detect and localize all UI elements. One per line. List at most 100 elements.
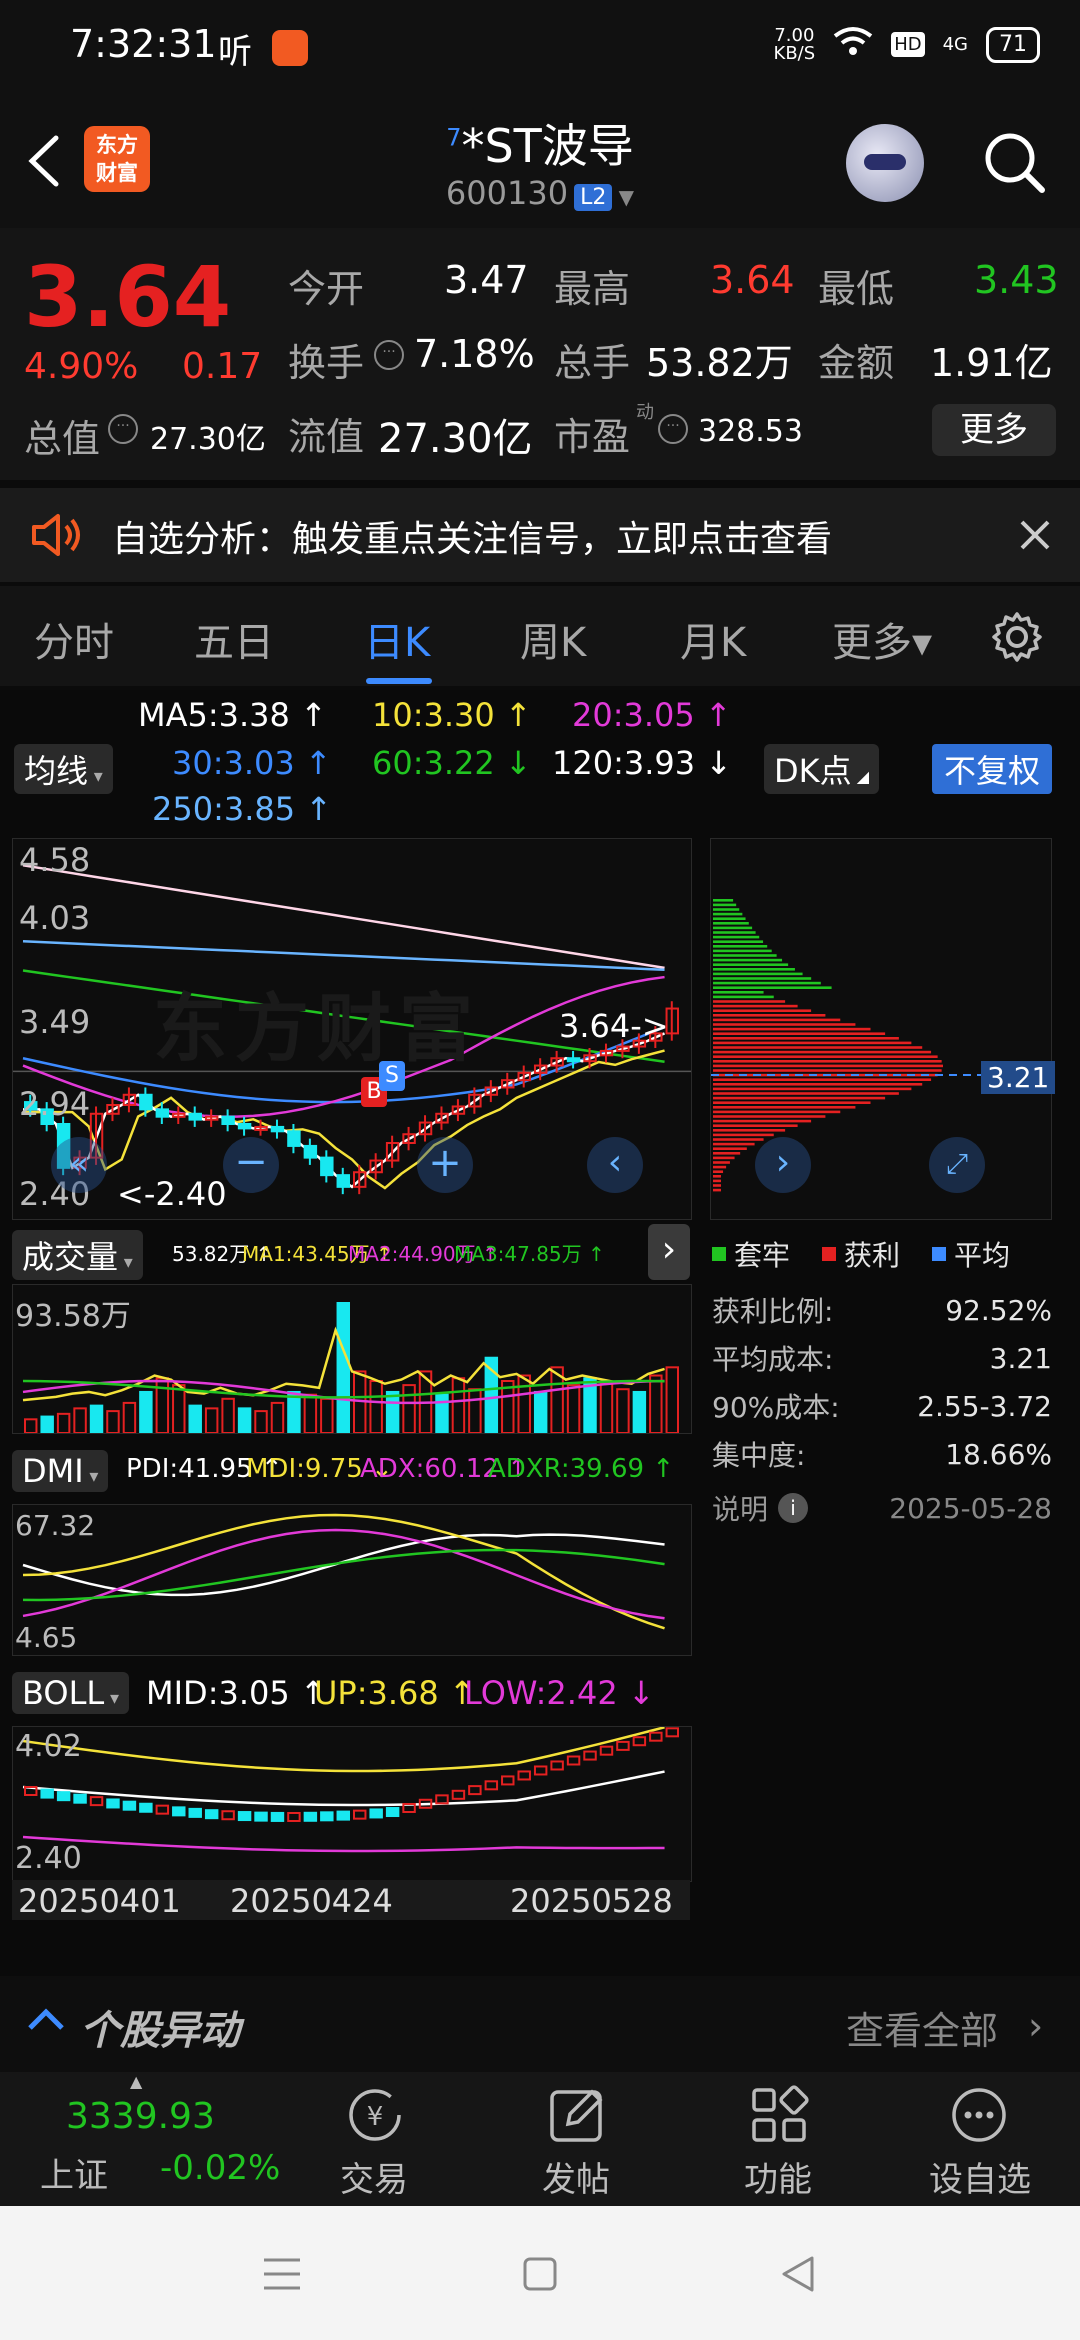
- boll-candle: [287, 1811, 301, 1822]
- kline-y-top: 4.58: [19, 841, 91, 879]
- last-price: 3.64: [24, 248, 232, 346]
- more-dots-icon[interactable]: [948, 2084, 1010, 2150]
- expand-icon[interactable]: ⤢: [929, 1137, 985, 1193]
- trade-icon[interactable]: ¥: [342, 2084, 408, 2150]
- chip-bar: [713, 1060, 942, 1063]
- more-button[interactable]: 更多: [932, 404, 1056, 456]
- boll-candle: [566, 1755, 581, 1766]
- info-icon[interactable]: i: [778, 1493, 809, 1523]
- chip-date: 2025-05-28: [889, 1491, 1052, 1525]
- chevron-right-icon: ›: [1028, 2004, 1044, 2048]
- zoom-out-icon[interactable]: −: [223, 1137, 279, 1193]
- nav-function[interactable]: 功能: [708, 2152, 848, 2201]
- nav-post[interactable]: 发帖: [506, 2152, 646, 2201]
- function-grid-icon[interactable]: [748, 2084, 810, 2150]
- chip-bar: [713, 1000, 786, 1003]
- boll-candle: [369, 1808, 383, 1819]
- boll-ybot: 2.40: [15, 1841, 82, 1876]
- chip-bar: [713, 931, 756, 934]
- volume-bar: [254, 1410, 268, 1434]
- nav-trade[interactable]: 交易: [304, 2152, 444, 2201]
- boll-candle: [139, 1802, 153, 1813]
- chip-bar: [713, 1170, 724, 1173]
- index-change[interactable]: -0.02%: [160, 2148, 280, 2188]
- kline-panel[interactable]: 4.58 4.03 3.49 2.94 2.40 东方财富 3.64-> <-2…: [12, 838, 692, 1220]
- kline-candle: [336, 1174, 350, 1188]
- chevron-right-icon[interactable]: ›: [648, 1224, 690, 1280]
- tab-more[interactable]: 更多▾: [832, 610, 932, 668]
- chip-bar: [713, 981, 821, 985]
- nav-add-favorite[interactable]: 设自选: [910, 2152, 1050, 2201]
- post-icon[interactable]: [546, 2084, 608, 2150]
- index-name[interactable]: 上证: [40, 2148, 108, 2197]
- ma30-label: 30:3.03 ↑: [172, 744, 332, 782]
- tab-fenshi[interactable]: 分时: [34, 610, 114, 668]
- info-dots-icon[interactable]: ···: [108, 414, 138, 444]
- alert-banner[interactable]: 自选分析：触发重点关注信号，立即点击查看: [0, 488, 1080, 582]
- chip-bar: [713, 1041, 912, 1045]
- chip-panel[interactable]: 3.21 › ⤢: [710, 838, 1056, 1220]
- chip-bar: [713, 1142, 755, 1146]
- tab-zhouk[interactable]: 周K: [520, 610, 586, 668]
- prev-icon[interactable]: ‹: [587, 1137, 643, 1193]
- rewind-icon[interactable]: «: [51, 1137, 107, 1193]
- hd-icon: HD: [891, 32, 925, 57]
- stock-movement-bar[interactable]: 个股异动 查看全部 ›: [0, 1976, 1080, 2072]
- zoom-in-icon[interactable]: +: [417, 1137, 473, 1193]
- chevron-up-icon: [26, 2004, 66, 2038]
- robot-assistant-icon[interactable]: [846, 124, 924, 202]
- dk-toggle[interactable]: DK点 ◢: [764, 744, 880, 794]
- legend-blue-swatch: [932, 1247, 947, 1261]
- boll-candle: [665, 1727, 679, 1738]
- home-icon[interactable]: [522, 2256, 558, 2296]
- info-dots-icon[interactable]: ···: [658, 414, 688, 444]
- close-icon[interactable]: [1018, 518, 1052, 556]
- next-icon[interactable]: ›: [755, 1137, 811, 1193]
- mdi-line: [22, 1513, 665, 1630]
- dmi-toggle[interactable]: DMI ▾: [12, 1450, 109, 1492]
- chip-row: 获利比例: 92.52%: [712, 1286, 1052, 1334]
- amount-value: 1.91亿: [930, 341, 1053, 385]
- status-time: 7:32:31: [70, 22, 217, 66]
- tab-rik[interactable]: 日K: [364, 610, 430, 668]
- chip-bar: [713, 1165, 727, 1169]
- volume-bar: [616, 1388, 630, 1434]
- boll-candle: [56, 1791, 71, 1802]
- tab-wuri[interactable]: 五日: [194, 610, 274, 668]
- wifi-icon: [833, 26, 873, 63]
- alert-text: 自选分析：触发重点关注信号，立即点击查看: [112, 519, 833, 560]
- ma5-label: MA5:3.38 ↑: [138, 696, 327, 734]
- info-dots-icon[interactable]: ···: [374, 340, 404, 370]
- boll-candle: [270, 1811, 285, 1822]
- back-nav-icon[interactable]: [780, 2254, 816, 2298]
- tab-yuek[interactable]: 月K: [680, 610, 746, 668]
- boll-toggle[interactable]: BOLL ▾: [12, 1672, 129, 1714]
- chip-bar: [713, 1179, 721, 1183]
- ma120-label: 120:3.93 ↓: [552, 744, 733, 782]
- chip-bar: [713, 908, 740, 911]
- volume-label: 总手: [554, 341, 631, 385]
- gear-icon[interactable]: [990, 610, 1044, 668]
- ma-toggle[interactable]: 均线 ▾: [14, 744, 113, 794]
- chip-bar: [713, 1092, 899, 1095]
- boll-candle: [632, 1736, 647, 1747]
- index-value[interactable]: 3339.93: [66, 2096, 215, 2137]
- volume-bar: [106, 1410, 120, 1434]
- app-notify-icon: [272, 30, 308, 66]
- search-icon[interactable]: [982, 130, 1048, 200]
- s-marker[interactable]: S: [379, 1061, 405, 1091]
- volume-toggle[interactable]: 成交量 ▾: [12, 1230, 143, 1280]
- active-tab-indicator: [366, 678, 432, 684]
- chip-stats: 获利比例: 92.52% 平均成本: 3.21 90%成本: 2.55-3.72 集中…: [712, 1286, 1052, 1538]
- ma60-label: 60:3.22 ↓: [372, 744, 532, 782]
- chip-bar: [713, 972, 803, 976]
- view-all-link[interactable]: 查看全部: [846, 2000, 998, 2055]
- menu-icon[interactable]: [262, 2256, 302, 2296]
- adjust-button[interactable]: 不复权: [932, 744, 1053, 794]
- legend-green-swatch: [712, 1247, 726, 1261]
- signal-icon: 4G: [942, 34, 968, 55]
- kline-y-mid1: 4.03: [19, 899, 91, 937]
- chip-bar: [713, 1188, 721, 1192]
- boll-low: LOW:2.42 ↓: [464, 1674, 655, 1712]
- dmi-ybot: 4.65: [15, 1621, 78, 1654]
